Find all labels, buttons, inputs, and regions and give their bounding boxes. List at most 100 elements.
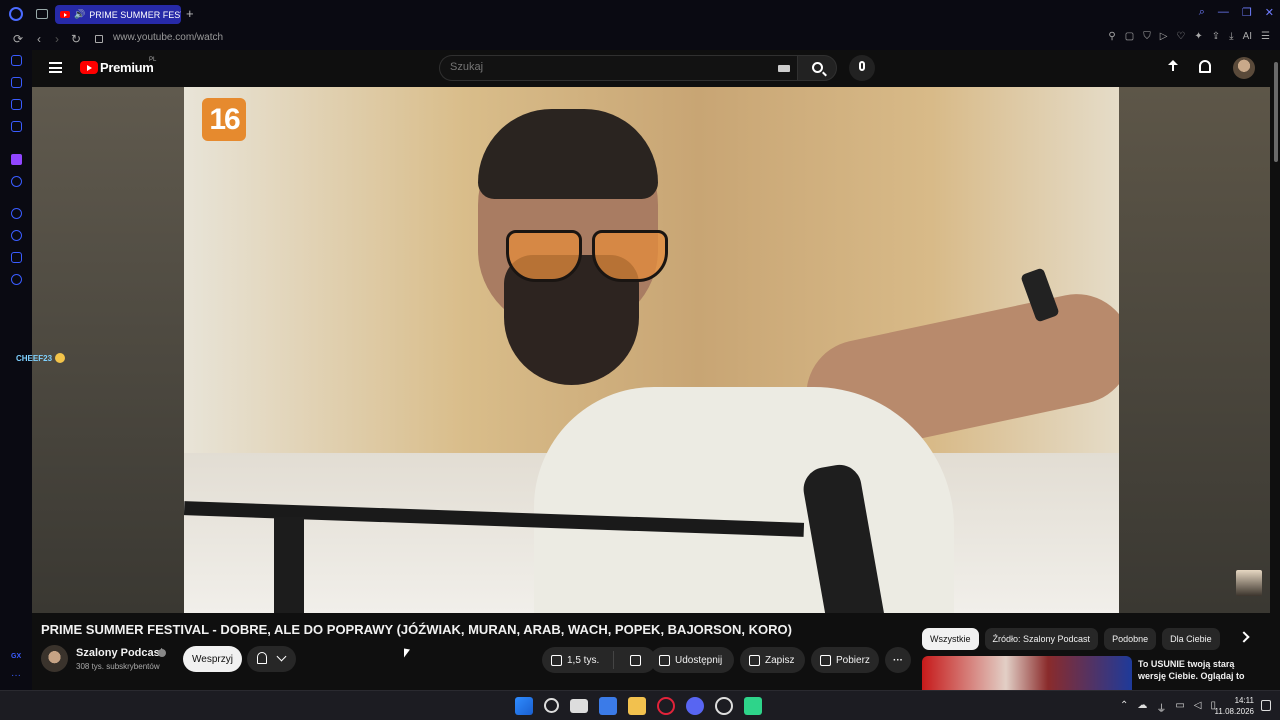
search-box[interactable]	[439, 55, 797, 81]
chrome-icon[interactable]	[715, 697, 733, 715]
more-actions-button[interactable]: ···	[885, 647, 911, 673]
discord-icon[interactable]	[686, 697, 704, 715]
sidebar-settings-icon[interactable]	[11, 274, 22, 285]
video-person-glasses	[506, 230, 676, 290]
mini-player-avatar[interactable]	[1236, 570, 1262, 596]
shield-icon[interactable]: ⛉	[1143, 31, 1151, 42]
save-button[interactable]: Zapisz	[740, 647, 805, 673]
clock[interactable]: 14:11 11.08.2026	[1215, 695, 1254, 717]
voice-search-button[interactable]	[849, 55, 875, 81]
search-taskbar-icon[interactable]	[544, 698, 559, 713]
search-button[interactable]	[797, 55, 837, 81]
heart-icon[interactable]: ♡	[1176, 31, 1185, 42]
youtube-header: Premium PL	[32, 50, 1270, 87]
extensions-icon[interactable]: ✦	[1194, 31, 1202, 42]
new-tab-button[interactable]: +	[186, 6, 194, 21]
forward-button[interactable]: ›	[55, 32, 59, 46]
back-button[interactable]: ‹	[37, 32, 41, 46]
minimize-icon[interactable]: —	[1218, 6, 1229, 19]
easy-setup-icon[interactable]: ☰	[1261, 31, 1270, 42]
sidebar-twitch-icon[interactable]	[11, 154, 22, 165]
channel-name[interactable]: Szalony Podcast	[76, 647, 163, 659]
streamer-overlay: CHEEF23	[16, 353, 66, 363]
left-lens	[506, 230, 582, 282]
keyboard-icon[interactable]	[778, 65, 790, 72]
aria-ai-button[interactable]: AI	[1243, 31, 1252, 42]
window-controls: ⌕ — ❐ ✕	[1199, 6, 1274, 19]
filter-chips: Wszystkie Źródło: Szalony Podcast Podobn…	[922, 628, 1220, 650]
sidebar-more-icon[interactable]: ···	[11, 670, 21, 681]
task-view-icon[interactable]	[570, 699, 588, 713]
sidebar-wallet-icon[interactable]	[11, 77, 22, 88]
download-icon[interactable]: ⤓	[1229, 31, 1233, 42]
upload-icon[interactable]	[1167, 60, 1179, 74]
tab-islands-icon[interactable]	[36, 9, 48, 19]
recommendation-thumbnail[interactable]	[922, 656, 1132, 690]
mic-tray-icon[interactable]: ⏚	[1156, 700, 1166, 715]
sidebar-gx-corner-icon[interactable]	[11, 99, 22, 110]
browser-sidebar: GX ···	[0, 50, 32, 690]
sidebar-history-icon[interactable]	[11, 55, 22, 66]
sidebar-clock-icon[interactable]	[11, 230, 22, 241]
sidebar-extensions-icon[interactable]	[11, 252, 22, 263]
notifications-icon[interactable]	[1199, 60, 1211, 73]
system-tray: ⌃ ☁ ⏚ ▭ ◁ ▯	[1120, 700, 1216, 715]
subscription-button[interactable]	[247, 646, 296, 672]
page-scrollbar[interactable]	[1272, 50, 1280, 690]
opera-logo-icon[interactable]	[9, 7, 23, 21]
sidebar-news-icon[interactable]	[11, 121, 22, 132]
chip-similar[interactable]: Podobne	[1104, 628, 1157, 650]
like-button[interactable]: 1,5 tys.	[542, 651, 614, 669]
recommendation-title[interactable]: To USUNIE twoją starą wersję Ciebie. Ogl…	[1138, 658, 1248, 686]
play-icon[interactable]: ▷	[1160, 31, 1168, 42]
share-button[interactable]: Udostępnij	[650, 647, 734, 673]
scrollbar-thumb[interactable]	[1274, 62, 1278, 162]
volume-icon[interactable]: ◁	[1194, 700, 1202, 715]
sync-icon[interactable]: ⟳	[13, 32, 23, 46]
channel-avatar[interactable]	[41, 645, 68, 672]
chip-all[interactable]: Wszystkie	[922, 628, 979, 650]
video-player[interactable]	[184, 87, 1119, 613]
download-button[interactable]: Pobierz	[811, 647, 879, 673]
opera-gx-icon[interactable]	[657, 697, 675, 715]
address-bar: ⟳ ‹ › ↻ www.youtube.com/watch ⚲ ▢ ⛉ ▷ ♡ …	[0, 28, 1280, 50]
snapshot-icon[interactable]: ▢	[1125, 31, 1134, 42]
store-icon[interactable]	[599, 697, 617, 715]
windows-taskbar: ⌃ ☁ ⏚ ▭ ◁ ▯ 14:11 11.08.2026	[0, 690, 1280, 720]
speaker-icon[interactable]: 🔊	[74, 9, 85, 20]
reload-button[interactable]: ↻	[71, 32, 81, 46]
chip-for-you[interactable]: Dla Ciebie	[1162, 628, 1220, 650]
age-rating-badge: 16	[202, 98, 246, 141]
clock-date: 11.08.2026	[1214, 707, 1254, 716]
youtube-logo-icon[interactable]	[80, 61, 98, 74]
share-icon[interactable]: ⇪	[1212, 31, 1220, 42]
lock-icon[interactable]	[95, 35, 103, 43]
premium-logo-text[interactable]: Premium	[100, 60, 154, 75]
bookmark-icon	[749, 654, 760, 666]
tray-chevron-icon[interactable]: ⌃	[1120, 700, 1128, 715]
support-button[interactable]: Wesprzyj	[183, 646, 242, 672]
close-icon[interactable]: ✕	[1265, 6, 1274, 19]
network-icon[interactable]: ▭	[1175, 700, 1184, 715]
start-icon[interactable]	[515, 697, 533, 715]
sidebar-gx-icon[interactable]: GX	[11, 653, 21, 660]
notification-icon[interactable]	[1261, 700, 1271, 711]
account-avatar[interactable]	[1233, 57, 1255, 79]
chip-source[interactable]: Źródło: Szalony Podcast	[984, 628, 1099, 650]
sidebar-percent-icon[interactable]	[11, 176, 22, 187]
streamer-name: CHEEF23	[16, 353, 53, 363]
chat-app-icon[interactable]	[744, 697, 762, 715]
subscriber-count: 308 tys. subskrybentów	[76, 662, 160, 671]
sidebar-player-icon[interactable]	[11, 208, 22, 219]
pin-icon[interactable]: ⚲	[1108, 31, 1115, 42]
search-input[interactable]	[450, 61, 770, 73]
download-label: Pobierz	[836, 654, 870, 666]
bell-icon	[257, 652, 267, 664]
menu-icon[interactable]	[49, 62, 62, 73]
url-field[interactable]: www.youtube.com/watch	[113, 32, 223, 43]
file-explorer-icon[interactable]	[628, 697, 646, 715]
cloud-icon[interactable]: ☁	[1137, 700, 1147, 715]
active-tab[interactable]: 🔊 PRIME SUMMER FESTIVAL	[55, 5, 181, 24]
search-tabs-icon[interactable]: ⌕	[1199, 6, 1205, 19]
maximize-icon[interactable]: ❐	[1242, 6, 1252, 19]
